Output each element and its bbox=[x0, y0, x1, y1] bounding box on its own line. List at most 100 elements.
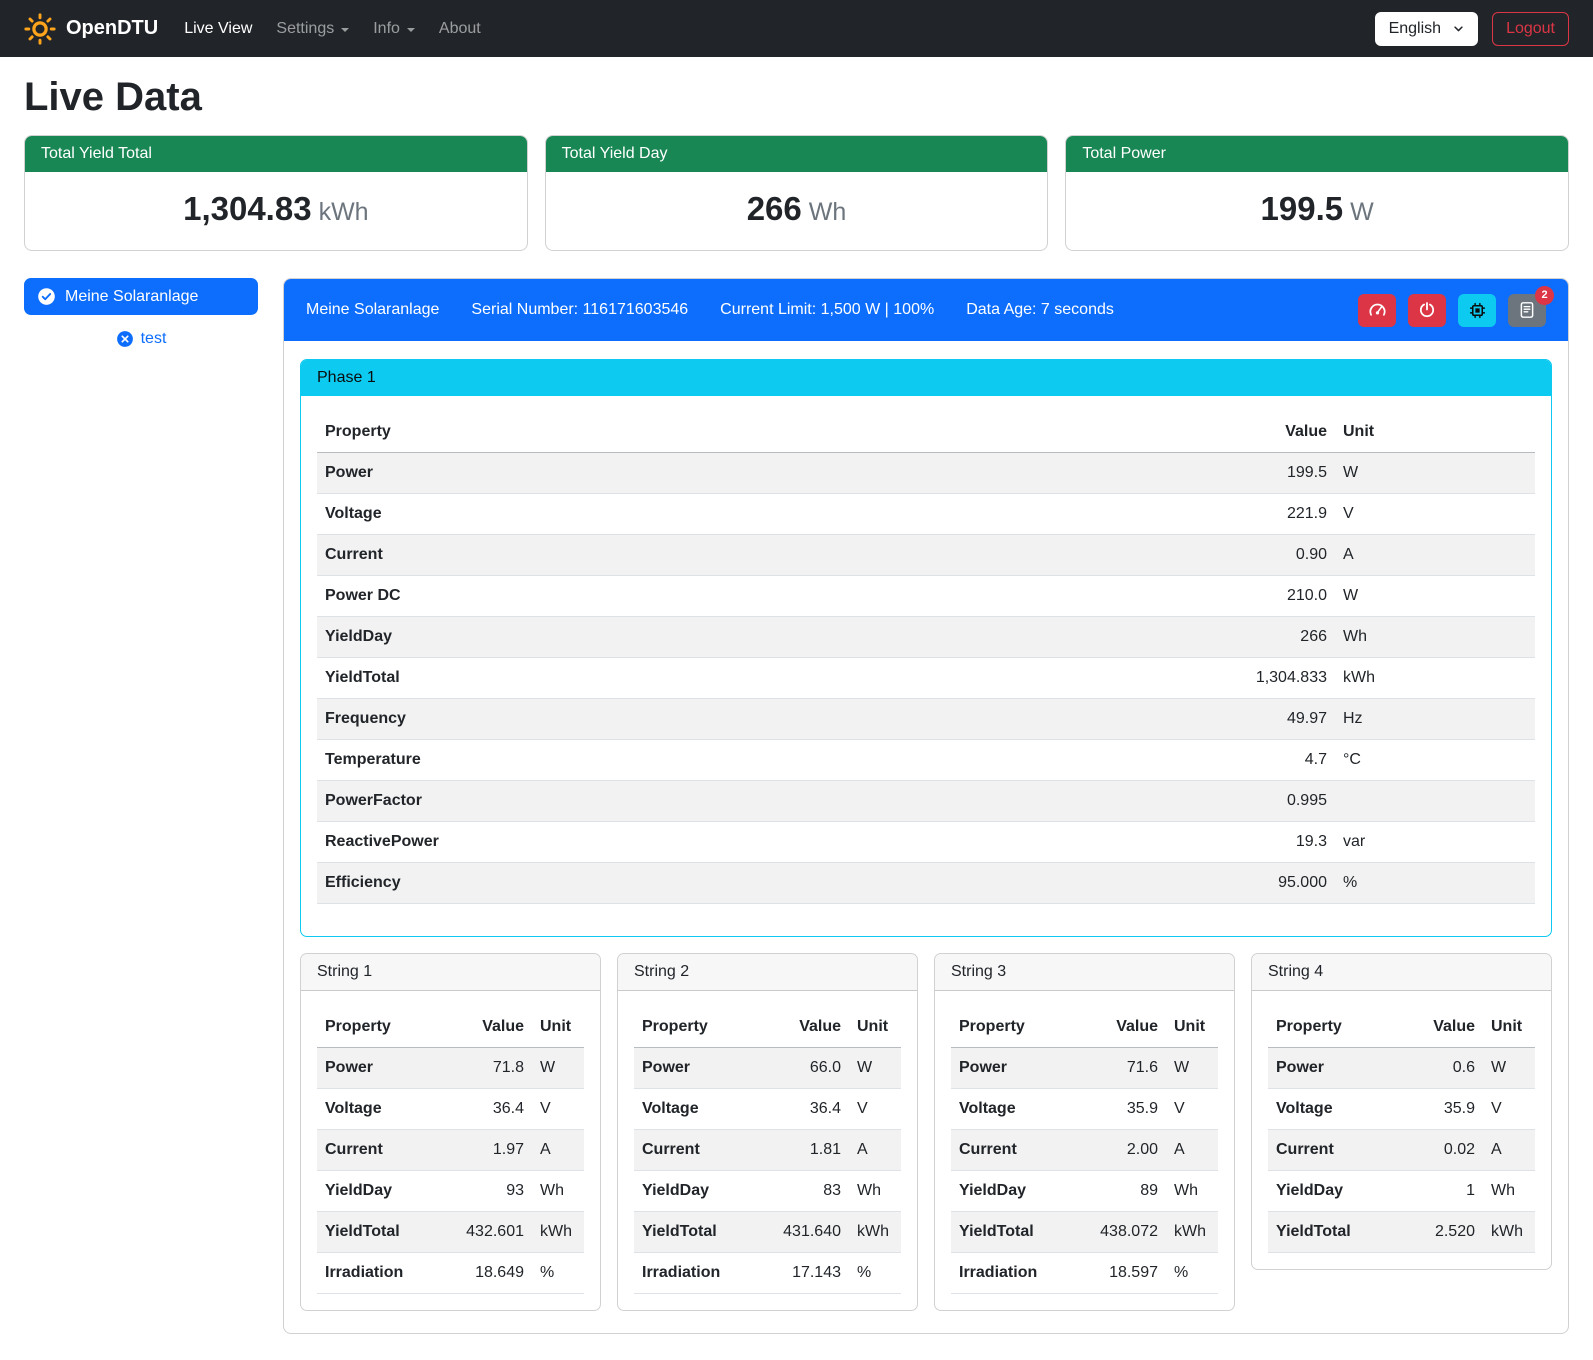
row-property: Voltage bbox=[317, 1089, 458, 1130]
nav-live-view[interactable]: Live View bbox=[172, 12, 264, 46]
card-value: 199.5W bbox=[1082, 190, 1552, 228]
row-value: 95.000 bbox=[1205, 863, 1335, 904]
table-row: Frequency 49.97 Hz bbox=[317, 699, 1535, 740]
total-power-card: Total Power 199.5W bbox=[1065, 135, 1569, 251]
nav-settings-label: Settings bbox=[276, 20, 334, 38]
table-header-row: Property Value Unit bbox=[317, 1007, 584, 1048]
row-property: Current bbox=[951, 1130, 1092, 1171]
inverter-selector-column: Meine Solaranlage test bbox=[24, 278, 258, 348]
event-log-button[interactable]: 2 bbox=[1508, 294, 1546, 327]
row-property: Voltage bbox=[1268, 1089, 1411, 1130]
string-2-card: String 2 Property Value Unit bbox=[617, 953, 918, 1311]
language-select[interactable]: English bbox=[1375, 12, 1478, 46]
inverter-panel-header: Meine Solaranlage Serial Number: 1161716… bbox=[284, 279, 1568, 341]
row-value: 71.6 bbox=[1092, 1048, 1166, 1089]
value-unit: Wh bbox=[809, 198, 847, 226]
row-unit: Wh bbox=[1483, 1171, 1535, 1212]
card-title: Total Yield Day bbox=[546, 136, 1048, 172]
row-unit: kWh bbox=[849, 1212, 901, 1253]
inverter-select-item-inactive[interactable]: test bbox=[24, 330, 258, 348]
row-value: 18.597 bbox=[1092, 1253, 1166, 1294]
row-value: 35.9 bbox=[1092, 1089, 1166, 1130]
nav-settings[interactable]: Settings bbox=[264, 12, 361, 46]
row-value: 4.7 bbox=[1205, 740, 1335, 781]
current-limit: Current Limit: 1,500 W | 100% bbox=[720, 301, 934, 319]
row-value: 1,304.833 bbox=[1205, 658, 1335, 699]
total-yield-day-card: Total Yield Day 266Wh bbox=[545, 135, 1049, 251]
card-title: Total Power bbox=[1066, 136, 1568, 172]
table-row: YieldTotal 2.520 kWh bbox=[1268, 1212, 1535, 1253]
logout-button[interactable]: Logout bbox=[1492, 12, 1569, 46]
row-unit: V bbox=[849, 1089, 901, 1130]
row-unit: kWh bbox=[1483, 1212, 1535, 1253]
row-value: 66.0 bbox=[775, 1048, 849, 1089]
table-header-row: Property Value Unit bbox=[634, 1007, 901, 1048]
col-unit: Unit bbox=[1166, 1007, 1218, 1048]
phase-table: Property Value Unit Power bbox=[317, 412, 1535, 904]
string-card-title: String 2 bbox=[618, 954, 917, 991]
chevron-down-icon bbox=[341, 28, 349, 32]
row-unit: % bbox=[532, 1253, 584, 1294]
row-property: Voltage bbox=[317, 494, 1205, 535]
row-property: Temperature bbox=[317, 740, 1205, 781]
inverter-info-button[interactable] bbox=[1458, 294, 1496, 327]
col-property: Property bbox=[634, 1007, 775, 1048]
row-value: 71.8 bbox=[458, 1048, 532, 1089]
row-unit: % bbox=[1335, 863, 1535, 904]
row-value: 0.02 bbox=[1411, 1130, 1483, 1171]
row-unit: Wh bbox=[849, 1171, 901, 1212]
row-value: 93 bbox=[458, 1171, 532, 1212]
x-circle-icon bbox=[116, 330, 134, 348]
row-unit: W bbox=[849, 1048, 901, 1089]
phase-title: Phase 1 bbox=[301, 360, 1551, 396]
table-row: Current 1.81 A bbox=[634, 1130, 901, 1171]
table-header-row: Property Value Unit bbox=[317, 412, 1535, 453]
cpu-icon bbox=[1468, 301, 1487, 320]
table-row: Power DC 210.0 W bbox=[317, 576, 1535, 617]
table-row: YieldDay 1 Wh bbox=[1268, 1171, 1535, 1212]
row-unit: V bbox=[1166, 1089, 1218, 1130]
row-unit: kWh bbox=[532, 1212, 584, 1253]
row-unit: % bbox=[849, 1253, 901, 1294]
check-circle-icon bbox=[37, 287, 56, 306]
row-property: Frequency bbox=[317, 699, 1205, 740]
row-unit: W bbox=[1483, 1048, 1535, 1089]
table-row: YieldTotal 438.072 kWh bbox=[951, 1212, 1218, 1253]
nav-about-label: About bbox=[439, 20, 481, 38]
limit-settings-button[interactable] bbox=[1358, 294, 1396, 327]
row-unit: A bbox=[1483, 1130, 1535, 1171]
table-row: YieldDay 93 Wh bbox=[317, 1171, 584, 1212]
row-property: Power bbox=[634, 1048, 775, 1089]
row-property: YieldDay bbox=[1268, 1171, 1411, 1212]
row-property: Power bbox=[951, 1048, 1092, 1089]
table-row: ReactivePower 19.3 var bbox=[317, 822, 1535, 863]
power-toggle-button[interactable] bbox=[1408, 294, 1446, 327]
row-value: 1.81 bbox=[775, 1130, 849, 1171]
row-value: 2.520 bbox=[1411, 1212, 1483, 1253]
row-unit: A bbox=[532, 1130, 584, 1171]
nav-info[interactable]: Info bbox=[361, 12, 427, 46]
table-header-row: Property Value Unit bbox=[1268, 1007, 1535, 1048]
inverter-select-button-active[interactable]: Meine Solaranlage bbox=[24, 278, 258, 315]
row-property: Irradiation bbox=[317, 1253, 458, 1294]
col-value: Value bbox=[775, 1007, 849, 1048]
row-unit: A bbox=[1166, 1130, 1218, 1171]
col-value: Value bbox=[1411, 1007, 1483, 1048]
brand-link[interactable]: OpenDTU bbox=[24, 13, 158, 45]
table-row: YieldDay 266 Wh bbox=[317, 617, 1535, 658]
row-property: Current bbox=[317, 1130, 458, 1171]
row-property: PowerFactor bbox=[317, 781, 1205, 822]
row-property: Power bbox=[317, 1048, 458, 1089]
table-row: Current 2.00 A bbox=[951, 1130, 1218, 1171]
nav-about[interactable]: About bbox=[427, 12, 493, 46]
row-value: 19.3 bbox=[1205, 822, 1335, 863]
row-unit: Wh bbox=[1335, 617, 1535, 658]
row-unit: A bbox=[849, 1130, 901, 1171]
row-unit: V bbox=[1335, 494, 1535, 535]
row-unit: W bbox=[1335, 453, 1535, 494]
row-unit: Hz bbox=[1335, 699, 1535, 740]
row-unit: V bbox=[1483, 1089, 1535, 1130]
col-property: Property bbox=[317, 412, 1205, 453]
row-value: 432.601 bbox=[458, 1212, 532, 1253]
col-value: Value bbox=[1205, 412, 1335, 453]
